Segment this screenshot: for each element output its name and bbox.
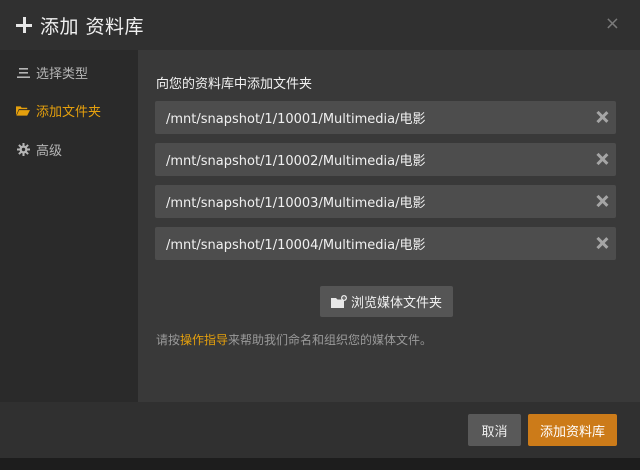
help-prefix: 请按 <box>156 333 181 347</box>
plus-icon <box>16 17 32 33</box>
browse-folder-label: 浏览媒体文件夹 <box>350 296 442 311</box>
sidebar-item-label: 高级 <box>36 144 63 159</box>
remove-folder-icon[interactable] <box>594 193 610 209</box>
folder-path: /mnt/snapshot/1/10002/Multimedia/电影 <box>166 154 426 169</box>
browse-folder-button[interactable]: 浏览媒体文件夹 <box>320 286 453 317</box>
dialog-header: 添加 资料库 × <box>0 0 640 50</box>
sidebar-item-advanced[interactable]: 高级 <box>16 140 62 159</box>
folder-row: /mnt/snapshot/1/10002/Multimedia/电影 <box>155 143 616 176</box>
folder-add-icon <box>330 294 347 309</box>
sidebar-item-add-folder[interactable]: 添加文件夹 <box>16 101 101 120</box>
remove-folder-icon[interactable] <box>594 151 610 167</box>
list-icon <box>16 66 30 80</box>
folder-row: /mnt/snapshot/1/10003/Multimedia/电影 <box>155 185 616 218</box>
folder-path: /mnt/snapshot/1/10004/Multimedia/电影 <box>166 238 426 253</box>
folder-path: /mnt/snapshot/1/10003/Multimedia/电影 <box>166 196 426 211</box>
folder-path: /mnt/snapshot/1/10001/Multimedia/电影 <box>166 112 426 127</box>
dialog-footer: 取消 添加资料库 <box>0 402 640 458</box>
folder-open-icon <box>16 104 30 118</box>
remove-folder-icon[interactable] <box>594 109 610 125</box>
close-icon[interactable]: × <box>605 14 620 34</box>
help-suffix: 来帮助我们命名和组织您的媒体文件。 <box>228 333 433 347</box>
folder-row: /mnt/snapshot/1/10004/Multimedia/电影 <box>155 227 616 260</box>
sidebar-item-label: 选择类型 <box>36 67 89 82</box>
sidebar-item-label: 添加文件夹 <box>36 105 102 120</box>
main-panel: 向您的资料库中添加文件夹 /mnt/snapshot/1/10001/Multi… <box>138 50 640 402</box>
remove-folder-icon[interactable] <box>594 235 610 251</box>
help-text: 请按操作指导来帮助我们命名和组织您的媒体文件。 <box>156 331 432 348</box>
dialog-title: 添加 资料库 <box>40 15 145 38</box>
section-heading: 向您的资料库中添加文件夹 <box>156 77 313 92</box>
folder-row: /mnt/snapshot/1/10001/Multimedia/电影 <box>155 101 616 134</box>
gear-icon <box>16 143 30 157</box>
cancel-button[interactable]: 取消 <box>468 414 521 446</box>
sidebar: 选择类型 添加文件夹 高级 <box>0 50 138 402</box>
sidebar-item-select-type[interactable]: 选择类型 <box>16 63 88 82</box>
add-library-button[interactable]: 添加资料库 <box>528 414 617 446</box>
guide-link[interactable]: 操作指导 <box>180 333 228 347</box>
